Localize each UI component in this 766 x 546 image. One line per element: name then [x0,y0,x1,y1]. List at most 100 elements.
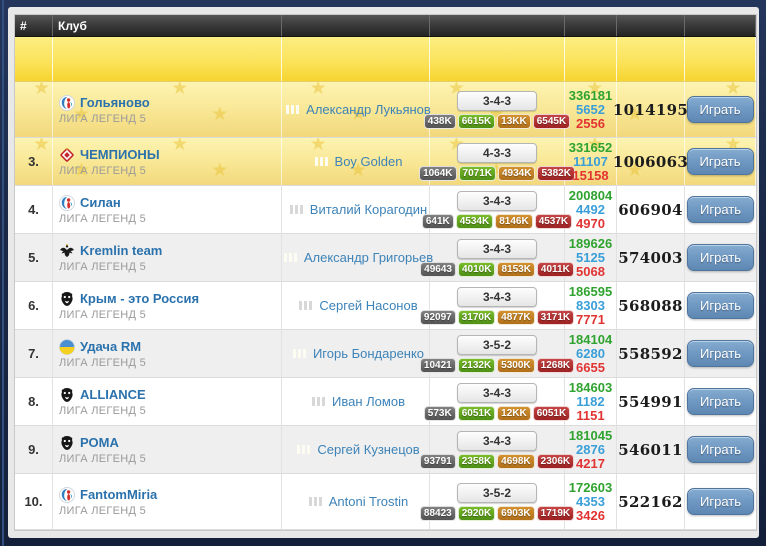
action-cell: Играть [685,186,756,233]
stats-cell: 17260343533426 [565,474,617,529]
league-label: ЛИГА ЛЕГЕНД 5 [59,505,281,517]
stat-blue: 8303 [576,299,605,313]
rank-cell: 6. [15,282,53,329]
club-cell: Удача RM ЛИГА ЛЕГЕНД 5 [53,330,282,377]
club-name-link[interactable]: Гольяново [80,95,150,110]
club-cell: РОМА ЛИГА ЛЕГЕНД 5 [53,426,282,473]
manager-cell: Сергей Кузнецов [282,426,430,473]
manager-name-link[interactable]: Сергей Насонов [319,298,417,313]
club-name-link[interactable]: Силан [80,195,121,210]
club-name-link[interactable]: ЧЕМПИОНЫ [80,147,160,162]
league-label: ЛИГА ЛЕГЕНД 5 [59,213,281,225]
manager-cell: Сергей Насонов [282,282,430,329]
stat-blue: 4492 [576,203,605,217]
manager-cell: Antoni Trostin [282,474,430,529]
stat-blue: 5125 [576,251,605,265]
club-name-link[interactable]: Удача RM [80,339,141,354]
stat-green: 172603 [569,481,612,495]
club-name-link[interactable]: ALLIANCE [80,387,146,402]
badge-orange: 4934K [498,166,535,181]
stat-red: 15158 [572,169,608,183]
badge-gray: 92097 [420,310,456,325]
stats-cell: 20080444924970 [565,186,617,233]
badge-green: 2920K [458,506,495,521]
badge-green: 6615K [458,114,495,129]
table-row: ★ ★ ★ ★ ★ ★ ★ ★ ★ ★★ ★ ★ ★ ★ ★ ★ ★ ★ ★ Г… [15,82,756,138]
rank-cell [15,82,53,137]
manager-name-link[interactable]: Сергей Кузнецов [317,442,419,457]
play-button[interactable]: Играть [687,488,754,515]
table-row: 7. Удача RM ЛИГА ЛЕГЕНД 5 Игорь Бондарен… [15,330,756,378]
table-row: 4. Силан ЛИГА ЛЕГЕНД 5 Виталий Корагодин… [15,186,756,234]
formation-cell: 3-4-3 496434010K8153K4011K [430,234,565,281]
stat-red: 6655 [576,361,605,375]
table-row: 6. Крым - это Россия ЛИГА ЛЕГЕНД 5 Серге… [15,282,756,330]
manager-name-link[interactable]: Antoni Trostin [329,494,409,509]
manager-name-link[interactable]: Игорь Бондаренко [313,346,424,361]
bars-icon [315,157,328,166]
rating-cell: 574003 [617,234,685,281]
club-cell: Гольяново ЛИГА ЛЕГЕНД 5 [53,82,282,137]
club-name-link[interactable]: Kremlin team [80,243,162,258]
manager-name-link[interactable]: Александр Григорьев [304,250,433,265]
rating-cell: 554991 [617,378,685,425]
club-name-link[interactable]: Крым - это Россия [80,291,199,306]
stats-cell: 18962651255068 [565,234,617,281]
rating-cell: 546011 [617,426,685,473]
stat-blue: 2876 [576,443,605,457]
formation-pill: 3-4-3 [457,287,537,307]
rating-cell: 1006063 [617,138,685,185]
action-cell: Играть [685,138,756,185]
header-club: Клуб [53,15,282,36]
club-cell: FantomMiria ЛИГА ЛЕГЕНД 5 [53,474,282,529]
play-button[interactable]: Играть [687,436,754,463]
formation-cell: 3-5-2 104212132K5300K1268K [430,330,565,377]
formation-cell: 3-5-2 884232920K6903K1719K [430,474,565,529]
badge-orange: 12KK [497,406,531,421]
stats-cell: 18460311821151 [565,378,617,425]
stat-green: 336181 [569,89,612,103]
manager-name-link[interactable]: Иван Ломов [332,394,405,409]
play-button[interactable]: Играть [687,96,754,123]
badge-gray: 93791 [420,454,456,469]
badge-orange: 4698K [497,454,534,469]
club-cell: ALLIANCE ЛИГА ЛЕГЕНД 5 [53,378,282,425]
rating-cell: 522162 [617,474,685,529]
action-cell: Играть [685,234,756,281]
formation-pill: 3-5-2 [457,335,537,355]
formation-pill: 3-4-3 [457,383,537,403]
play-button[interactable]: Играть [687,196,754,223]
league-label: ЛИГА ЛЕГЕНД 5 [59,113,281,125]
bars-icon [299,301,312,310]
club-cell: ЧЕМПИОНЫ ЛИГА ЛЕГЕНД 5 [53,138,282,185]
play-button[interactable]: Играть [687,148,754,175]
stat-green: 181045 [569,429,612,443]
badge-orange: 6903K [497,506,534,521]
table-header-row: # Клуб [15,15,756,37]
stats-cell: 18410462806655 [565,330,617,377]
action-cell: Играть [685,378,756,425]
club-cell: Kremlin team ЛИГА ЛЕГЕНД 5 [53,234,282,281]
formation-pill: 3-4-3 [457,191,537,211]
action-cell: Играть [685,474,756,529]
stats-cell: 33618156522556 [565,82,617,137]
club-name-link[interactable]: РОМА [80,435,119,450]
rating-cell: 1014195 [617,82,685,137]
table-row: 10. FantomMiria ЛИГА ЛЕГЕНД 5 Antoni Tro… [15,474,756,530]
blue-red-emblem-icon [59,95,75,111]
manager-name-link[interactable]: Александр Лукьянов [306,102,431,117]
stat-green: 184603 [569,381,612,395]
league-standings-table: # Клуб ★ ★ ★ ★ ★ ★ ★ ★ ★ ★★ ★ ★ ★ ★ ★ ★ … [14,14,757,531]
manager-name-link[interactable]: Boy Golden [335,154,403,169]
action-cell: Играть [685,82,756,137]
play-button[interactable]: Играть [687,388,754,415]
manager-name-link[interactable]: Виталий Корагодин [310,202,427,217]
formation-pill: 3-4-3 [457,431,537,451]
club-name-link[interactable]: FantomMiria [80,487,157,502]
badge-gray: 1064K [419,166,456,181]
play-button[interactable]: Играть [687,340,754,367]
stats-cell: 3316521110715158 [565,138,617,185]
play-button[interactable]: Играть [687,292,754,319]
play-button[interactable]: Играть [687,244,754,271]
league-label: ЛИГА ЛЕГЕНД 5 [59,357,281,369]
